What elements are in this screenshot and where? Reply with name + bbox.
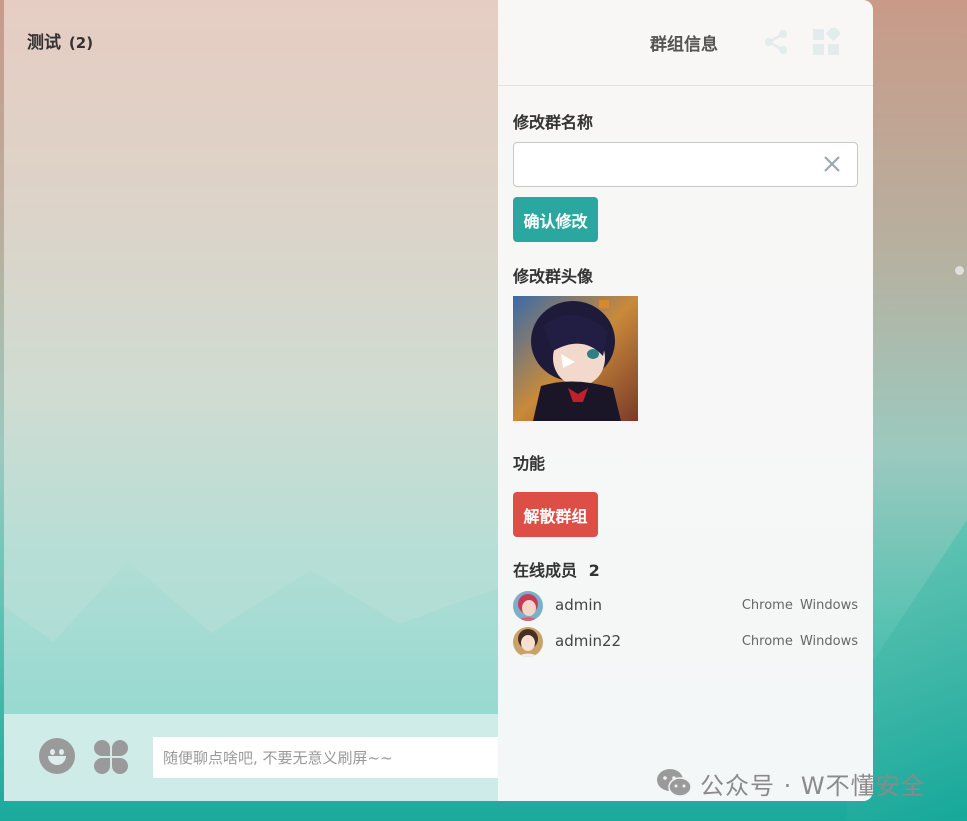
clover-icon[interactable] (94, 740, 128, 774)
close-icon[interactable] (820, 152, 844, 176)
watermark-text: 公众号 · W不懂安全 (700, 771, 926, 800)
smiley-icon[interactable] (39, 738, 75, 774)
member-row[interactable]: admin Chrome Windows (513, 591, 858, 621)
message-input[interactable] (153, 737, 498, 778)
group-info-panel: 群组信息 修改群名称 确认修改 修改群头像 功能 解散群组 在线成员 2 adm… (498, 0, 873, 801)
avatar (513, 591, 543, 621)
background-mountains (4, 561, 498, 714)
avatar (513, 627, 543, 657)
online-label: 在线成员 (513, 561, 578, 580)
member-client: Chrome Windows (741, 634, 858, 649)
member-client: Chrome Windows (741, 598, 858, 613)
grid-icon[interactable] (812, 28, 840, 56)
group-avatar[interactable] (513, 296, 638, 421)
panel-title: 群组信息 (650, 35, 718, 55)
wechat-icon (657, 769, 692, 797)
panel-header: 群组信息 (498, 0, 873, 86)
rename-label: 修改群名称 (513, 113, 594, 132)
member-name: admin22 (555, 632, 622, 650)
member-row[interactable]: admin22 Chrome Windows (513, 627, 858, 657)
member-name: admin (555, 596, 602, 614)
share-icon[interactable] (762, 28, 790, 56)
avatar-label: 修改群头像 (513, 267, 594, 286)
chat-member-count: (2) (68, 34, 94, 52)
watermark: 公众号 · W不懂安全 (656, 766, 926, 800)
chat-window: 测试 (2) 群组信息 修改群名称 (4, 0, 873, 801)
group-name-input[interactable] (513, 142, 858, 187)
online-count: 2 (588, 561, 600, 580)
functions-label: 功能 (513, 454, 546, 473)
confirm-rename-button[interactable]: 确认修改 (513, 197, 598, 242)
dissolve-group-button[interactable]: 解散群组 (513, 492, 598, 537)
online-members-heading: 在线成员 2 (513, 557, 600, 581)
background-dot (955, 266, 964, 275)
chat-name: 测试 (27, 33, 61, 53)
chat-title: 测试 (2) (27, 28, 93, 53)
